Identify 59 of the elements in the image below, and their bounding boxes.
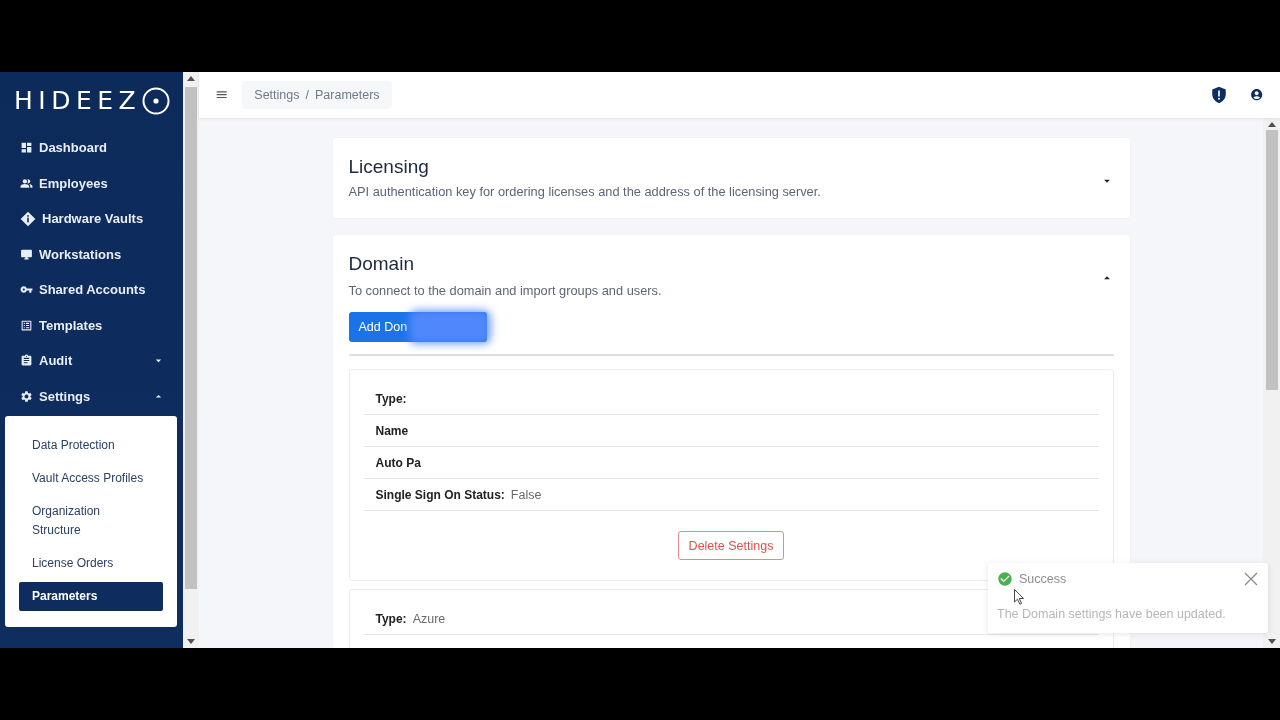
nav-item[interactable]: Employees xyxy=(0,165,183,201)
breadcrumb-item[interactable]: Parameters xyxy=(315,88,380,102)
submenu-item[interactable]: License Orders xyxy=(19,546,163,580)
people-icon xyxy=(20,176,33,190)
nav-item[interactable]: Workstations xyxy=(0,236,183,272)
logo-icon xyxy=(142,87,171,115)
card-description: To connect to the domain and import groups and users. xyxy=(348,282,663,300)
scrollbar-thumb[interactable] xyxy=(1265,130,1278,390)
breadcrumb-item[interactable]: Settings xyxy=(254,88,300,102)
mouse-pointer-icon xyxy=(1014,589,1025,605)
nav-label: Settings xyxy=(39,388,92,404)
nav-label: Audit xyxy=(39,353,74,369)
scroll-down-icon[interactable] xyxy=(187,639,195,644)
field-label: Name xyxy=(375,423,409,438)
monitor-icon xyxy=(20,247,33,261)
nav-label: Dashboard xyxy=(39,140,108,156)
settings-icon xyxy=(20,389,33,403)
nav-item[interactable]: Audit xyxy=(0,343,183,379)
breadcrumb-separator: / xyxy=(305,88,309,102)
user-icon[interactable] xyxy=(1249,88,1263,102)
scrollbar[interactable] xyxy=(183,72,199,648)
scrollbar[interactable] xyxy=(1263,118,1280,648)
nav-label: Hardware Vaults xyxy=(42,211,145,227)
nav-label: Employees xyxy=(39,175,109,191)
nav-item[interactable]: Hardware Vaults xyxy=(0,201,183,237)
card-description: API authentication key for ordering licenses and the address of the licensing server. xyxy=(348,183,822,201)
toast-message: The Domain settings have been updated. xyxy=(997,607,1227,621)
list-icon xyxy=(20,318,33,332)
submenu-item[interactable]: Data Protection xyxy=(19,428,163,462)
clipboard-icon xyxy=(20,354,33,368)
field-value: Azure xyxy=(412,611,446,626)
field-value: False xyxy=(510,487,542,502)
scrollbar-thumb[interactable] xyxy=(185,87,197,589)
field-label: Single Sign On Status: xyxy=(375,487,505,502)
toast-title: Success xyxy=(1019,572,1068,586)
nav-item[interactable]: Templates xyxy=(0,307,183,343)
nav-item[interactable]: Settings xyxy=(0,378,183,414)
field-label: Type: xyxy=(375,391,407,406)
card-title: Domain xyxy=(348,252,415,276)
scroll-up-icon[interactable] xyxy=(1267,122,1276,127)
delete-button[interactable]: Delete Settings xyxy=(677,531,785,560)
close-icon[interactable] xyxy=(1244,572,1258,586)
nav-label: Templates xyxy=(39,317,104,333)
field-label: Type: xyxy=(375,611,407,626)
scroll-down-icon[interactable] xyxy=(1267,639,1276,644)
nav-label: Workstations xyxy=(39,246,123,262)
dashboard-icon xyxy=(20,141,33,155)
card-title: Licensing xyxy=(348,155,430,179)
nav-item[interactable]: Dashboard xyxy=(0,130,183,166)
nav-item[interactable]: Shared Accounts xyxy=(0,272,183,308)
logo-text: HIDEEZ xyxy=(14,87,142,115)
diamond-info-icon xyxy=(20,210,36,227)
submenu-item[interactable]: Parameters xyxy=(19,582,163,611)
field-label: Auto Pa xyxy=(375,455,421,470)
nav-label: Shared Accounts xyxy=(39,282,147,298)
scroll-up-icon[interactable] xyxy=(187,76,195,81)
submenu-item[interactable]: Vault Access Profiles xyxy=(19,461,163,495)
shield-alert-icon[interactable] xyxy=(1209,86,1228,104)
submenu-item[interactable]: Organization Structure xyxy=(19,494,163,547)
